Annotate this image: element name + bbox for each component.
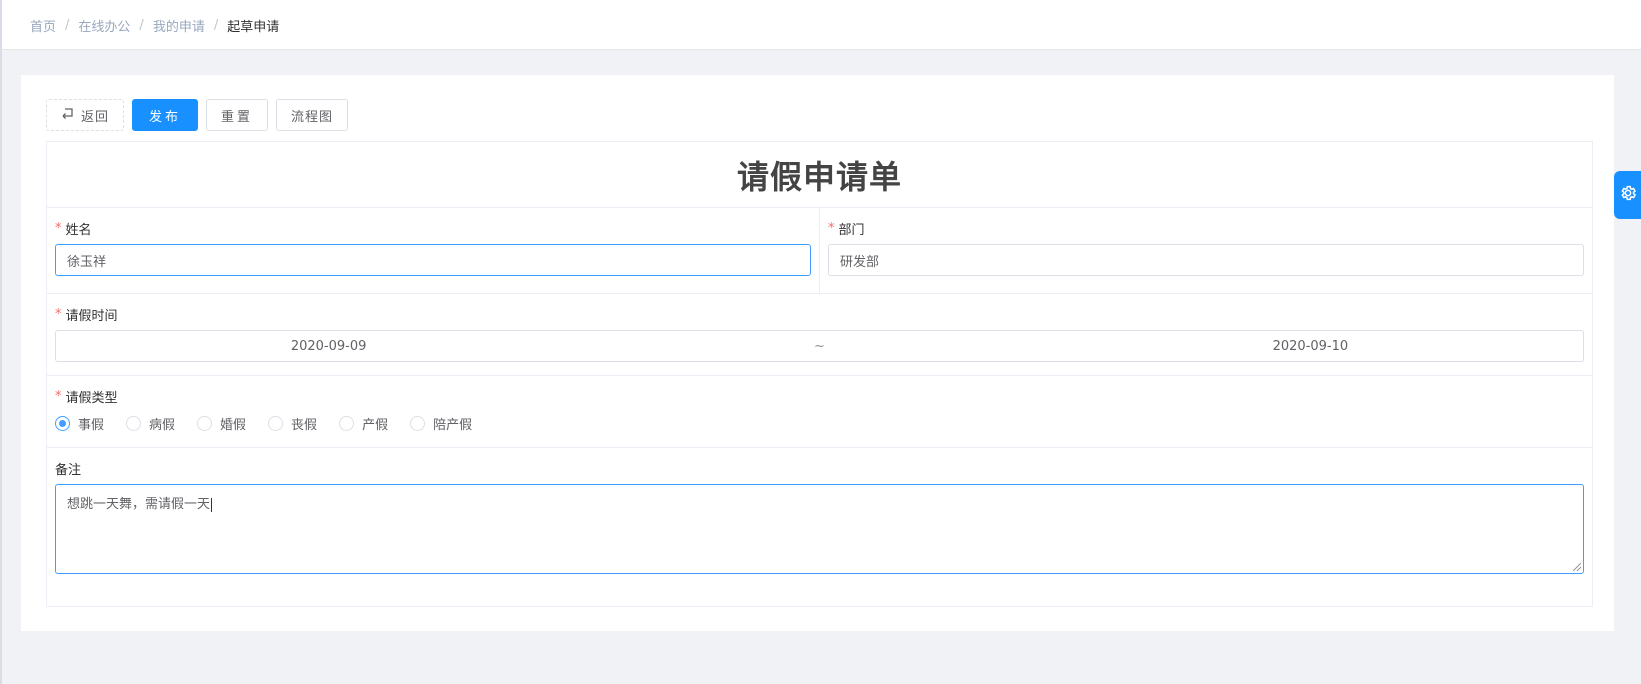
department-label: * 部门 xyxy=(828,218,1584,238)
breadcrumb-separator: / xyxy=(65,17,70,33)
leave-time-label: * 请假时间 xyxy=(55,304,1584,324)
settings-button[interactable] xyxy=(1614,171,1641,219)
radio-bereavement-leave[interactable]: 丧假 xyxy=(268,414,317,433)
required-mark: * xyxy=(55,306,62,322)
radio-label: 产假 xyxy=(362,418,389,433)
breadcrumb: 首页 / 在线办公 / 我的申请 / 起草申请 xyxy=(30,15,279,35)
form-row-leave-time: * 请假时间 2020-09-09 ~ 2020-09-10 xyxy=(47,294,1592,376)
remark-label: 备注 xyxy=(55,458,1584,478)
resize-handle[interactable] xyxy=(1573,563,1581,571)
department-cell: * 部门 研发部 xyxy=(819,208,1592,293)
leave-time-cell: * 请假时间 2020-09-09 ~ 2020-09-10 xyxy=(47,294,1592,375)
required-mark: * xyxy=(55,220,62,236)
breadcrumb-online-office[interactable]: 在线办公 xyxy=(78,16,130,35)
breadcrumb-separator: / xyxy=(139,17,144,33)
radio-label: 丧假 xyxy=(291,418,318,433)
radio-label: 事假 xyxy=(78,418,105,433)
radio-circle[interactable] xyxy=(339,416,355,431)
date-range-picker[interactable]: 2020-09-09 ~ 2020-09-10 xyxy=(55,330,1584,362)
radio-maternity-leave[interactable]: 产假 xyxy=(339,414,388,433)
radio-circle[interactable] xyxy=(268,416,284,431)
radio-paternity-leave[interactable]: 陪产假 xyxy=(410,414,472,433)
radio-label: 病假 xyxy=(149,418,176,433)
gear-icon xyxy=(1619,184,1637,206)
form-row-name-department: * 姓名 徐玉祥 * 部门 研发部 xyxy=(47,208,1592,294)
radio-circle[interactable] xyxy=(410,416,426,431)
name-input[interactable]: 徐玉祥 xyxy=(55,244,811,276)
leave-time-label-text: 请假时间 xyxy=(65,308,118,324)
radio-label: 婚假 xyxy=(220,418,247,433)
radio-circle[interactable] xyxy=(126,416,142,431)
required-mark: * xyxy=(828,220,835,236)
form-title: 请假申请单 xyxy=(47,142,1592,208)
remark-text: 想跳一天舞，需请假一天 xyxy=(67,497,211,512)
end-date[interactable]: 2020-09-10 xyxy=(1273,339,1349,354)
radio-personal-leave[interactable]: 事假 xyxy=(55,414,104,433)
breadcrumb-my-applications[interactable]: 我的申请 xyxy=(153,16,205,35)
start-date[interactable]: 2020-09-09 xyxy=(291,339,367,354)
leave-type-label-text: 请假类型 xyxy=(65,390,118,406)
back-button[interactable]: 返回 xyxy=(46,99,125,131)
radio-label: 陪产假 xyxy=(433,418,473,433)
name-cell: * 姓名 徐玉祥 xyxy=(47,208,819,293)
radio-circle[interactable] xyxy=(55,416,70,431)
top-navbar: 首页 / 在线办公 / 我的申请 / 起草申请 xyxy=(2,0,1641,50)
name-label-text: 姓名 xyxy=(65,222,92,238)
required-mark: * xyxy=(55,388,62,404)
department-input[interactable]: 研发部 xyxy=(828,244,1584,276)
form-row-leave-type: * 请假类型 事假 病假 婚假 丧假 产假 陪产假 xyxy=(47,376,1592,448)
name-label: * 姓名 xyxy=(55,218,811,238)
publish-button[interactable]: 发布 xyxy=(132,99,199,131)
remark-cell: 备注 想跳一天舞，需请假一天 xyxy=(47,448,1592,594)
reset-button[interactable]: 重置 xyxy=(206,99,269,131)
text-caret xyxy=(211,497,213,512)
remark-label-text: 备注 xyxy=(55,462,82,478)
breadcrumb-home[interactable]: 首页 xyxy=(30,16,56,35)
leave-type-cell: * 请假类型 事假 病假 婚假 丧假 产假 陪产假 xyxy=(47,376,1592,447)
radio-circle[interactable] xyxy=(197,416,213,431)
radio-marriage-leave[interactable]: 婚假 xyxy=(197,414,246,433)
leave-application-form: 请假申请单 * 姓名 徐玉祥 * 部门 研发部 * 请假时间 2020-09-0… xyxy=(46,141,1593,607)
remark-textarea[interactable]: 想跳一天舞，需请假一天 xyxy=(55,484,1584,574)
department-input-value: 研发部 xyxy=(840,254,880,270)
department-label-text: 部门 xyxy=(838,222,865,238)
date-range-separator: ~ xyxy=(814,338,825,354)
leave-type-label: * 请假类型 xyxy=(55,386,1584,406)
name-input-value: 徐玉祥 xyxy=(67,254,107,270)
flowchart-button[interactable]: 流程图 xyxy=(276,99,349,131)
radio-sick-leave[interactable]: 病假 xyxy=(126,414,175,433)
leave-type-radio-group: 事假 病假 婚假 丧假 产假 陪产假 xyxy=(55,414,1584,433)
form-row-remark: 备注 想跳一天舞，需请假一天 xyxy=(47,448,1592,594)
breadcrumb-current: 起草申请 xyxy=(227,19,280,35)
sidebar-edge xyxy=(0,0,2,684)
back-button-label: 返回 xyxy=(81,109,110,125)
form-toolbar: 返回 发布 重置 流程图 xyxy=(46,99,349,131)
breadcrumb-separator: / xyxy=(213,17,219,33)
return-arrow-icon xyxy=(61,107,75,123)
content-card: 返回 发布 重置 流程图 请假申请单 * 姓名 徐玉祥 * 部门 研发部 * 请… xyxy=(21,75,1614,631)
